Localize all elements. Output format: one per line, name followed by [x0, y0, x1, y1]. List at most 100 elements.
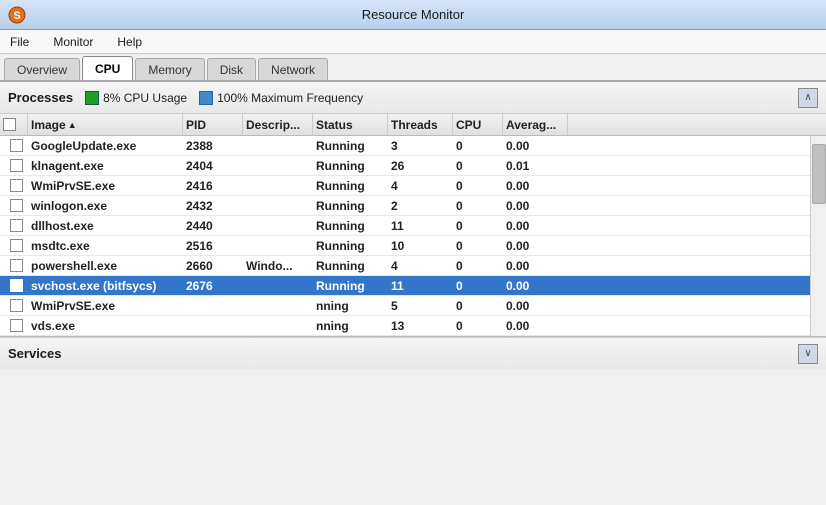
- row-status: Running: [313, 139, 388, 153]
- table-row[interactable]: msdtc.exe 2516 Running 10 0 0.00: [0, 236, 810, 256]
- row-status: Running: [313, 179, 388, 193]
- row-checkbox[interactable]: [0, 139, 28, 152]
- table-row[interactable]: svchost.exe (bitfsycs) 2676 Running 11 0…: [0, 276, 810, 296]
- row-avg: 0.00: [503, 319, 568, 333]
- table-row[interactable]: winlogon.exe 2432 Running 2 0 0.00: [0, 196, 810, 216]
- row-checkbox[interactable]: [0, 299, 28, 312]
- row-checkbox[interactable]: [0, 279, 28, 292]
- row-threads: 4: [388, 259, 453, 273]
- row-checkbox[interactable]: [0, 219, 28, 232]
- row-checkbox[interactable]: [0, 159, 28, 172]
- row-threads: 11: [388, 219, 453, 233]
- row-image: WmiPrvSE.exe: [28, 299, 183, 313]
- scrollbar-track[interactable]: [568, 216, 584, 236]
- row-avg: 0.00: [503, 179, 568, 193]
- row-avg: 0.00: [503, 279, 568, 293]
- row-pid: 2416: [183, 179, 243, 193]
- col-header-image[interactable]: Image▲: [28, 114, 183, 135]
- col-header-status[interactable]: Status: [313, 114, 388, 135]
- table-row[interactable]: dllhost.exe 2440 Running 11 0 0.00: [0, 216, 810, 236]
- row-threads: 5: [388, 299, 453, 313]
- row-checkbox[interactable]: [0, 199, 28, 212]
- row-status: Running: [313, 259, 388, 273]
- col-header-checkbox: [0, 114, 28, 135]
- row-checkbox[interactable]: [0, 319, 28, 332]
- process-table-body: GoogleUpdate.exe 2388 Running 3 0 0.00 k…: [0, 136, 810, 336]
- row-checkbox[interactable]: [0, 239, 28, 252]
- table-header: Image▲ PID Descrip... Status Threads CPU…: [0, 114, 826, 136]
- col-header-avg[interactable]: Averag...: [503, 114, 568, 135]
- row-cpu: 0: [453, 159, 503, 173]
- scrollbar-track[interactable]: [568, 296, 584, 316]
- cpu-usage-icon: [85, 91, 99, 105]
- tab-cpu[interactable]: CPU: [82, 56, 133, 80]
- row-pid: 2516: [183, 239, 243, 253]
- row-threads: 13: [388, 319, 453, 333]
- window-title: Resource Monitor: [362, 7, 465, 22]
- tab-memory[interactable]: Memory: [135, 58, 204, 80]
- row-cpu: 0: [453, 139, 503, 153]
- table-row[interactable]: WmiPrvSE.exe 2416 Running 4 0 0.00: [0, 176, 810, 196]
- scrollbar-track[interactable]: [568, 236, 584, 256]
- row-avg: 0.00: [503, 239, 568, 253]
- row-cpu: 0: [453, 259, 503, 273]
- table-row[interactable]: powershell.exe 2660 Windo... Running 4 0…: [0, 256, 810, 276]
- scrollbar-track[interactable]: [568, 316, 584, 336]
- row-avg: 0.00: [503, 199, 568, 213]
- row-pid: 2676: [183, 279, 243, 293]
- scrollbar-track[interactable]: [568, 136, 584, 156]
- menu-help[interactable]: Help: [113, 33, 146, 51]
- col-header-cpu[interactable]: CPU: [453, 114, 503, 135]
- row-checkbox[interactable]: [0, 259, 28, 272]
- row-avg: 0.00: [503, 139, 568, 153]
- row-status: Running: [313, 199, 388, 213]
- menu-file[interactable]: File: [6, 33, 33, 51]
- scrollbar-track[interactable]: [568, 256, 584, 276]
- header-checkbox[interactable]: [3, 118, 16, 131]
- row-checkbox[interactable]: [0, 179, 28, 192]
- max-freq-indicator: 100% Maximum Frequency: [199, 91, 363, 105]
- row-pid: 2440: [183, 219, 243, 233]
- table-row[interactable]: vds.exe nning 13 0 0.00: [0, 316, 810, 336]
- row-status: Running: [313, 279, 388, 293]
- scrollbar-track[interactable]: [568, 156, 584, 176]
- table-row[interactable]: WmiPrvSE.exe nning 5 0 0.00: [0, 296, 810, 316]
- table-row[interactable]: GoogleUpdate.exe 2388 Running 3 0 0.00: [0, 136, 810, 156]
- services-section: Services ∨: [0, 337, 826, 369]
- row-avg: 0.00: [503, 259, 568, 273]
- col-header-pid[interactable]: PID: [183, 114, 243, 135]
- scrollbar-track[interactable]: [568, 196, 584, 216]
- scrollbar-thumb[interactable]: [812, 144, 826, 204]
- row-threads: 4: [388, 179, 453, 193]
- row-cpu: 0: [453, 199, 503, 213]
- row-pid: 2404: [183, 159, 243, 173]
- col-header-threads[interactable]: Threads: [388, 114, 453, 135]
- menu-monitor[interactable]: Monitor: [49, 33, 97, 51]
- row-threads: 2: [388, 199, 453, 213]
- row-threads: 10: [388, 239, 453, 253]
- process-table: GoogleUpdate.exe 2388 Running 3 0 0.00 k…: [0, 136, 826, 337]
- app-icon: S: [8, 6, 26, 24]
- scrollbar-track[interactable]: [568, 176, 584, 196]
- row-cpu: 0: [453, 299, 503, 313]
- svg-text:S: S: [13, 10, 20, 22]
- tab-bar: Overview CPU Memory Disk Network: [0, 54, 826, 82]
- services-collapse-button[interactable]: ∨: [798, 344, 818, 364]
- row-avg: 0.01: [503, 159, 568, 173]
- tab-overview[interactable]: Overview: [4, 58, 80, 80]
- table-row[interactable]: klnagent.exe 2404 Running 26 0 0.01: [0, 156, 810, 176]
- row-status: nning: [313, 319, 388, 333]
- tab-network[interactable]: Network: [258, 58, 328, 80]
- row-cpu: 0: [453, 239, 503, 253]
- processes-collapse-button[interactable]: ∧: [798, 88, 818, 108]
- scrollbar-track[interactable]: [568, 276, 584, 296]
- row-image: klnagent.exe: [28, 159, 183, 173]
- row-image: GoogleUpdate.exe: [28, 139, 183, 153]
- cpu-usage-text: 8% CPU Usage: [103, 91, 187, 105]
- table-scrollbar[interactable]: [810, 136, 826, 336]
- col-header-desc[interactable]: Descrip...: [243, 114, 313, 135]
- row-avg: 0.00: [503, 219, 568, 233]
- row-status: Running: [313, 219, 388, 233]
- tab-disk[interactable]: Disk: [207, 58, 256, 80]
- row-cpu: 0: [453, 219, 503, 233]
